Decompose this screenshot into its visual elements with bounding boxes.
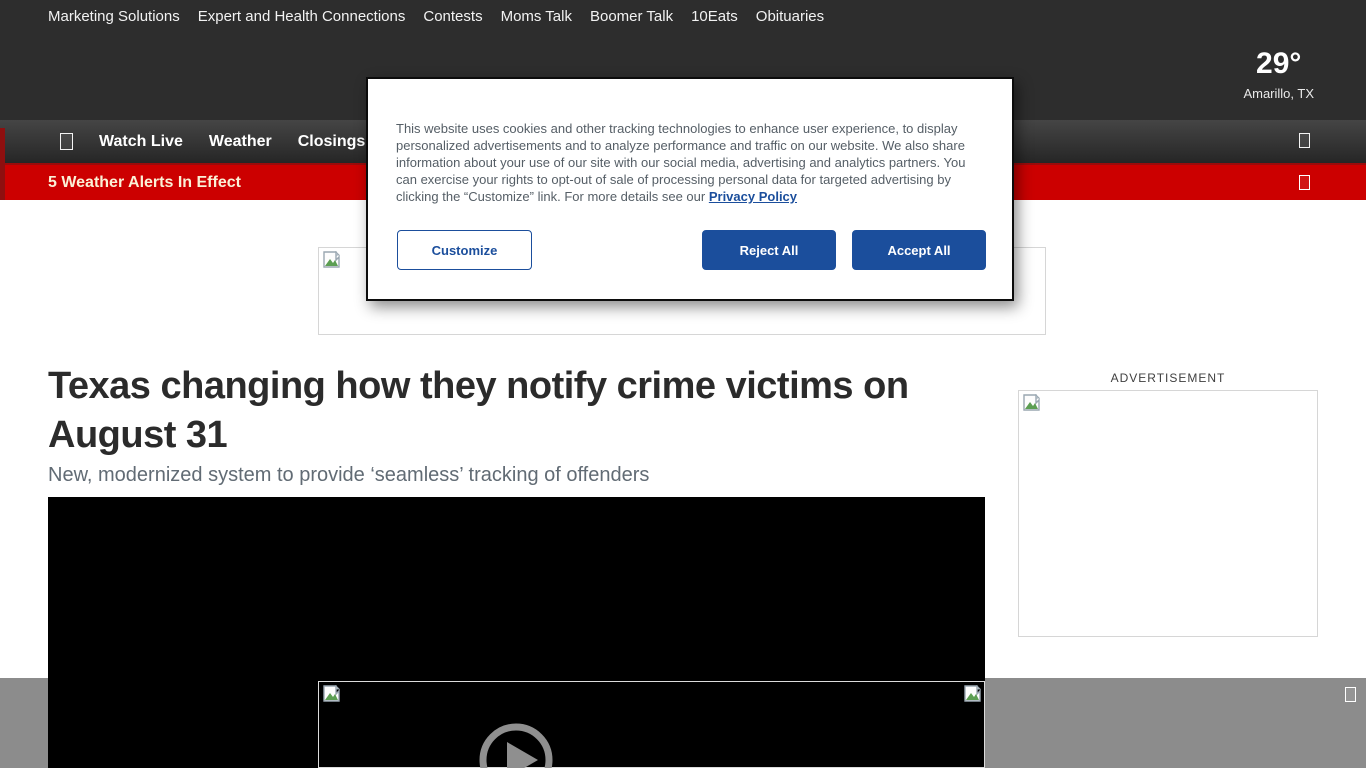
topbar-item-contests[interactable]: Contests bbox=[423, 8, 482, 25]
article-headline: Texas changing how they notify crime vic… bbox=[48, 362, 988, 460]
close-icon[interactable] bbox=[1345, 687, 1356, 702]
weather-widget[interactable]: 29° Amarillo, TX bbox=[1243, 48, 1314, 101]
broken-image-icon bbox=[964, 685, 981, 702]
weather-alert-text: 5 Weather Alerts In Effect bbox=[48, 174, 241, 192]
advertisement-label: ADVERTISEMENT bbox=[1018, 371, 1318, 385]
broken-image-icon bbox=[323, 685, 340, 702]
topbar-item-10eats[interactable]: 10Eats bbox=[691, 8, 738, 25]
topbar-item-obituaries[interactable]: Obituaries bbox=[756, 8, 824, 25]
topbar-item-boomer-talk[interactable]: Boomer Talk bbox=[590, 8, 673, 25]
topbar-item-marketing-solutions[interactable]: Marketing Solutions bbox=[48, 8, 180, 25]
nav-item-closings[interactable]: Closings bbox=[298, 133, 366, 151]
accept-all-button[interactable]: Accept All bbox=[852, 230, 986, 270]
cookie-message-text: This website uses cookies and other trac… bbox=[396, 121, 965, 204]
reject-all-button[interactable]: Reject All bbox=[702, 230, 836, 270]
customize-button[interactable]: Customize bbox=[397, 230, 532, 270]
weather-temperature: 29° bbox=[1243, 48, 1314, 80]
cookie-message: This website uses cookies and other trac… bbox=[396, 120, 988, 205]
video-overlay-ad bbox=[318, 681, 985, 768]
privacy-policy-link[interactable]: Privacy Policy bbox=[709, 189, 797, 204]
nav-item-weather[interactable]: Weather bbox=[209, 133, 272, 151]
broken-image-icon bbox=[1023, 394, 1040, 411]
search-icon[interactable] bbox=[1299, 133, 1310, 148]
article-subheadline: New, modernized system to provide ‘seaml… bbox=[48, 464, 988, 487]
left-edge-accent bbox=[0, 128, 5, 200]
weather-location: Amarillo, TX bbox=[1243, 86, 1314, 101]
topbar-item-expert-health[interactable]: Expert and Health Connections bbox=[198, 8, 406, 25]
play-button-icon[interactable] bbox=[476, 720, 556, 768]
top-utility-nav: Marketing Solutions Expert and Health Co… bbox=[48, 0, 824, 33]
cookie-consent-dialog: This website uses cookies and other trac… bbox=[366, 77, 1014, 301]
menu-icon[interactable] bbox=[60, 133, 73, 150]
broken-image-icon bbox=[323, 251, 340, 268]
nav-item-watch-live[interactable]: Watch Live bbox=[99, 133, 183, 151]
chevron-right-icon[interactable] bbox=[1299, 175, 1310, 190]
topbar-item-moms-talk[interactable]: Moms Talk bbox=[501, 8, 572, 25]
sidebar-ad bbox=[1018, 390, 1318, 637]
